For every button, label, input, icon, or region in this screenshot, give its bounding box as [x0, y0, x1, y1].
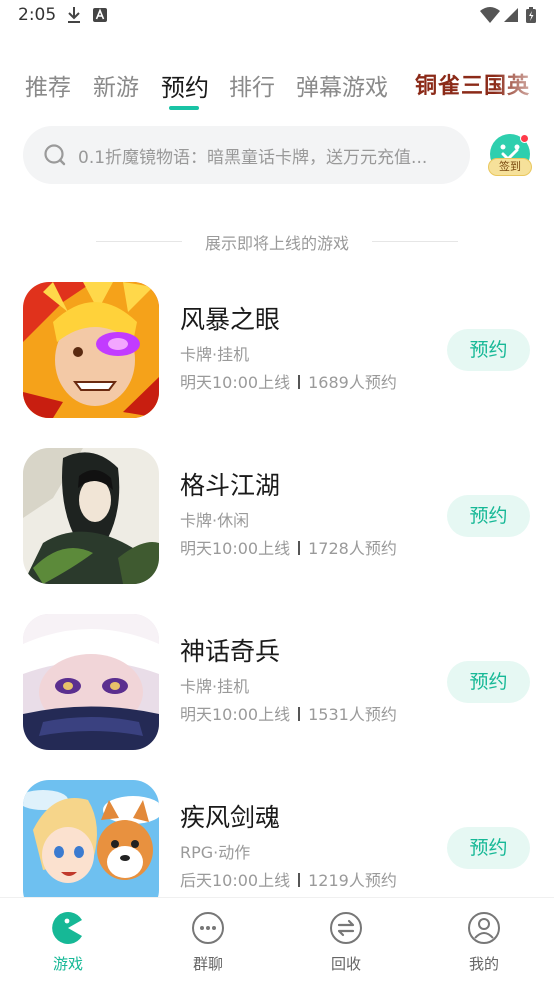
app-notification-icon — [93, 8, 107, 22]
checkin-label: 签到 — [488, 158, 532, 176]
game-icon-storm-eye[interactable] — [23, 282, 159, 418]
nav-label-games: 游戏 — [52, 955, 83, 973]
search-bar[interactable]: 0.1折魔镜物语：暗黑童话卡牌，送万元充值... — [23, 126, 470, 184]
search-placeholder: 0.1折魔镜物语：暗黑童话卡牌，送万元充值... — [78, 148, 428, 168]
reserve-button[interactable]: 预约 — [447, 495, 530, 537]
status-bar: 2:05 — [0, 0, 554, 32]
release-time: 明天10:00上线 — [180, 373, 291, 392]
release-time: 明天10:00上线 — [180, 539, 291, 558]
meta-separator — [298, 707, 301, 721]
nav-label-profile: 我的 — [468, 955, 499, 973]
nav-recycle[interactable]: 回收 — [286, 898, 406, 984]
game-tags: 卡牌·挂机 — [180, 345, 250, 364]
game-icon-myth-soldiers[interactable] — [23, 614, 159, 750]
tab-new-games[interactable]: 新游 — [93, 68, 139, 102]
nav-profile[interactable]: 我的 — [424, 898, 544, 984]
battery-charging-icon — [526, 7, 536, 23]
reserve-button[interactable]: 预约 — [447, 329, 530, 371]
game-meta: 明天10:00上线 1728人预约 — [180, 535, 397, 559]
game-meta: 明天10:00上线 1689人预约 — [180, 369, 397, 393]
profile-icon — [468, 912, 500, 944]
chat-bubble-icon — [192, 912, 224, 944]
reservation-count: 1219人预约 — [308, 871, 397, 890]
game-list-item[interactable]: 神话奇兵 卡牌·挂机 明天10:00上线 1531人预约 预约 — [0, 614, 554, 754]
nav-games[interactable]: 游戏 — [8, 898, 128, 984]
recycle-exchange-icon — [330, 912, 362, 944]
meta-separator — [298, 375, 301, 389]
game-list-item[interactable]: 风暴之眼 卡牌·挂机 明天10:00上线 1689人预约 预约 — [0, 282, 554, 422]
game-meta: 明天10:00上线 1531人预约 — [180, 701, 397, 725]
reservation-count: 1689人预约 — [308, 373, 397, 392]
nav-label-recycle: 回收 — [330, 955, 361, 973]
game-icon-fighting-jianghu[interactable] — [23, 448, 159, 584]
caption-divider-right — [372, 241, 458, 242]
nav-label-group-chat: 群聊 — [192, 955, 223, 973]
checkin-button[interactable]: 签到 — [488, 132, 532, 180]
game-pacman-icon — [52, 912, 82, 944]
active-tab-indicator — [169, 106, 199, 110]
game-tags: RPG·动作 — [180, 843, 251, 862]
reserve-button[interactable]: 预约 — [447, 827, 530, 869]
status-time: 2:05 — [18, 5, 57, 25]
tabs-fade-overlay — [494, 62, 554, 112]
search-icon — [44, 144, 66, 166]
tab-danmaku-games[interactable]: 弹幕游戏 — [296, 68, 388, 102]
game-name: 疾风剑魂 — [180, 803, 281, 832]
section-caption: 展示即将上线的游戏 — [204, 234, 349, 253]
release-time: 明天10:00上线 — [180, 705, 291, 724]
game-icon-swift-sword-soul[interactable] — [23, 780, 159, 916]
bottom-navigation: 游戏 群聊 回收 我的 — [0, 897, 554, 984]
meta-separator — [298, 873, 301, 887]
game-name: 格斗江湖 — [180, 471, 281, 500]
nav-group-chat[interactable]: 群聊 — [148, 898, 268, 984]
release-time: 后天10:00上线 — [180, 871, 291, 890]
game-meta: 后天10:00上线 1219人预约 — [180, 867, 397, 891]
game-tags: 卡牌·休闲 — [180, 511, 250, 530]
reservation-count: 1728人预约 — [308, 539, 397, 558]
signal-icon — [504, 8, 518, 22]
category-tabs: 推荐 新游 预约 排行 弹幕游戏 铜雀三国英 — [0, 62, 554, 112]
wifi-icon — [480, 7, 500, 23]
game-list-item[interactable]: 格斗江湖 卡牌·休闲 明天10:00上线 1728人预约 预约 — [0, 448, 554, 588]
reservation-count: 1531人预约 — [308, 705, 397, 724]
tab-ranking[interactable]: 排行 — [229, 68, 275, 102]
game-name: 风暴之眼 — [180, 305, 281, 334]
game-name: 神话奇兵 — [180, 637, 281, 666]
game-tags: 卡牌·挂机 — [180, 677, 250, 696]
reserve-button[interactable]: 预约 — [447, 661, 530, 703]
meta-separator — [298, 541, 301, 555]
tab-recommend[interactable]: 推荐 — [25, 68, 71, 102]
download-icon — [68, 7, 80, 23]
notification-dot — [520, 134, 529, 143]
tab-reservation[interactable]: 预约 — [161, 68, 209, 103]
